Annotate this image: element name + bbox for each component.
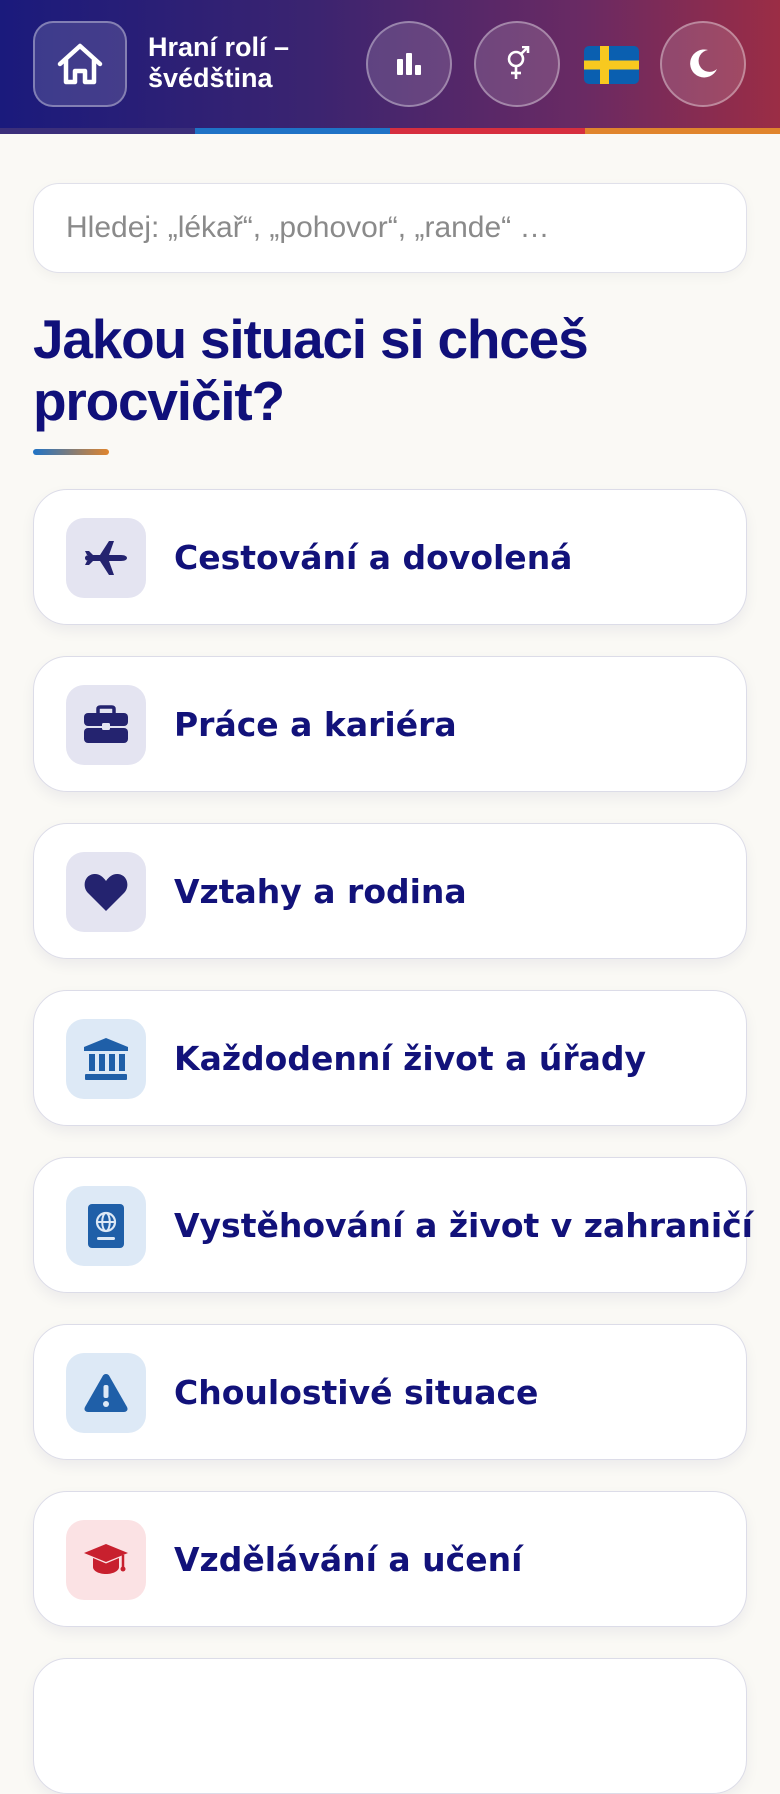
moon-icon <box>690 49 717 78</box>
category-card-work[interactable]: Práce a kariéra <box>33 656 747 792</box>
category-card-travel[interactable]: Cestování a dovolená <box>33 489 747 625</box>
stats-button[interactable] <box>366 21 452 107</box>
category-card-emigration[interactable]: Vystěhování a život v zahraničí <box>33 1157 753 1293</box>
heart-icon <box>84 873 128 911</box>
category-icon-box <box>66 852 146 932</box>
stripe-segment <box>195 128 390 134</box>
home-icon <box>57 43 103 85</box>
home-button[interactable] <box>33 21 127 107</box>
category-label: Choulostivé situace <box>174 1372 539 1412</box>
gender-icon <box>507 46 530 79</box>
category-card-everyday-life[interactable]: Každodenní život a úřady <box>33 990 747 1126</box>
stripe-segment <box>585 128 780 134</box>
bank-icon <box>84 1038 128 1080</box>
category-card-partial[interactable] <box>33 1658 747 1794</box>
category-icon-box <box>66 1019 146 1099</box>
stripe-segment <box>0 128 195 134</box>
warning-icon <box>84 1374 128 1412</box>
category-card-sensitive-situations[interactable]: Choulostivé situace <box>33 1324 747 1460</box>
category-icon-box <box>66 1186 146 1266</box>
airplane-icon <box>85 541 127 575</box>
category-label: Vztahy a rodina <box>174 871 467 911</box>
category-label: Cestování a dovolená <box>174 537 573 577</box>
category-icon-box <box>66 518 146 598</box>
category-label: Každodenní život a úřady <box>174 1038 647 1078</box>
category-icon-box <box>66 1520 146 1600</box>
header-color-stripe <box>0 128 780 134</box>
category-label: Práce a kariéra <box>174 704 457 744</box>
category-icon-box <box>66 1353 146 1433</box>
category-label: Vystěhování a život v zahraničí <box>174 1205 753 1245</box>
search-box[interactable] <box>33 183 747 273</box>
app-header: Hraní rolí – švédština <box>0 0 780 128</box>
gender-button[interactable] <box>474 21 560 107</box>
stripe-segment <box>390 128 585 134</box>
briefcase-icon <box>84 705 128 743</box>
app-title: Hraní rolí – švédština <box>148 32 290 93</box>
bar-chart-icon <box>397 53 421 75</box>
category-icon-box <box>66 685 146 765</box>
category-card-relationships[interactable]: Vztahy a rodina <box>33 823 747 959</box>
sweden-flag-icon[interactable] <box>584 46 639 84</box>
search-input[interactable] <box>34 184 746 272</box>
category-label: Vzdělávání a učení <box>174 1539 523 1579</box>
theme-toggle-button[interactable] <box>660 21 746 107</box>
category-card-education[interactable]: Vzdělávání a učení <box>33 1491 747 1627</box>
page-title: Jakou situaci si chceš procvičit? <box>33 308 589 432</box>
graduation-cap-icon <box>84 1544 128 1574</box>
passport-icon <box>88 1204 124 1248</box>
title-underline <box>33 449 109 455</box>
